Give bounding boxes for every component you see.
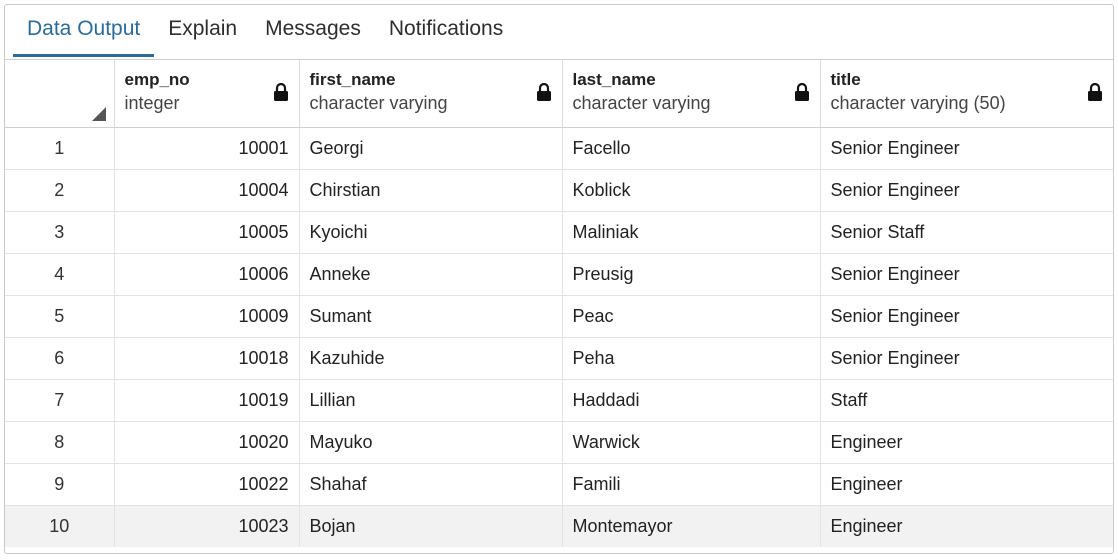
cell-title[interactable]: Senior Engineer [820, 337, 1113, 380]
row-number[interactable]: 4 [5, 253, 115, 296]
table-row[interactable]: 6 10018 Kazuhide Peha Senior Engineer [5, 337, 1113, 380]
cell-last-name[interactable]: Warwick [562, 421, 821, 464]
table-row[interactable]: 9 10022 Shahaf Famili Engineer [5, 463, 1113, 506]
column-name: emp_no [124, 70, 190, 89]
cell-title[interactable]: Engineer [820, 505, 1113, 547]
column-type: character varying [309, 93, 448, 113]
column-type: integer [124, 93, 180, 113]
table-row[interactable]: 10 10023 Bojan Montemayor Engineer [5, 505, 1113, 547]
row-number[interactable]: 9 [5, 463, 115, 506]
cell-last-name[interactable]: Famili [562, 463, 821, 506]
table-row[interactable]: 2 10004 Chirstian Koblick Senior Enginee… [5, 169, 1113, 212]
results-table: emp_no integer first_name character vary… [5, 60, 1113, 547]
row-number[interactable]: 5 [5, 295, 115, 338]
cell-emp-no[interactable]: 10009 [114, 295, 300, 338]
cell-emp-no[interactable]: 10005 [114, 211, 300, 254]
cell-last-name[interactable]: Preusig [562, 253, 821, 296]
cell-last-name[interactable]: Maliniak [562, 211, 821, 254]
cell-title[interactable]: Senior Engineer [820, 127, 1113, 170]
column-header-last-name[interactable]: last_name character varying [562, 60, 821, 128]
column-header-first-name[interactable]: first_name character varying [299, 60, 563, 128]
cell-first-name[interactable]: Shahaf [299, 463, 563, 506]
table-row[interactable]: 1 10001 Georgi Facello Senior Engineer [5, 127, 1113, 170]
tab-notifications[interactable]: Notifications [375, 5, 517, 57]
cell-first-name[interactable]: Bojan [299, 505, 563, 547]
tab-data-output[interactable]: Data Output [13, 5, 155, 57]
cell-emp-no[interactable]: 10006 [114, 253, 300, 296]
cell-title[interactable]: Senior Staff [820, 211, 1113, 254]
column-type: character varying [572, 93, 711, 113]
cell-first-name[interactable]: Georgi [299, 127, 563, 170]
lock-icon [1088, 82, 1102, 101]
row-number[interactable]: 3 [5, 211, 115, 254]
cell-title[interactable]: Senior Engineer [820, 295, 1113, 338]
results-tab-bar: Data Output Explain Messages Notificatio… [5, 5, 1113, 59]
tab-messages[interactable]: Messages [251, 5, 375, 57]
cell-last-name[interactable]: Peac [562, 295, 821, 338]
cell-last-name[interactable]: Koblick [562, 169, 821, 212]
column-name: last_name [572, 70, 656, 89]
cell-title[interactable]: Senior Engineer [820, 253, 1113, 296]
cell-title[interactable]: Staff [820, 379, 1113, 422]
table-row[interactable]: 5 10009 Sumant Peac Senior Engineer [5, 295, 1113, 338]
cell-last-name[interactable]: Haddadi [562, 379, 821, 422]
cell-first-name[interactable]: Lillian [299, 379, 563, 422]
select-all-corner[interactable] [5, 60, 115, 128]
lock-icon [536, 82, 551, 101]
row-number[interactable]: 6 [5, 337, 115, 380]
cell-last-name[interactable]: Peha [562, 337, 821, 380]
cell-first-name[interactable]: Kazuhide [299, 337, 563, 380]
cell-emp-no[interactable]: 10001 [114, 127, 300, 170]
column-header-emp-no[interactable]: emp_no integer [114, 60, 300, 128]
query-results-panel: Data Output Explain Messages Notificatio… [4, 4, 1114, 554]
column-header-title[interactable]: title character varying (50) [820, 60, 1113, 128]
cell-title[interactable]: Engineer [820, 463, 1113, 506]
tab-explain[interactable]: Explain [154, 5, 251, 57]
cell-last-name[interactable]: Montemayor [562, 505, 821, 547]
cell-title[interactable]: Engineer [820, 421, 1113, 464]
cell-emp-no[interactable]: 10022 [114, 463, 300, 506]
cell-emp-no[interactable]: 10020 [114, 421, 300, 464]
column-name: title [830, 70, 861, 89]
table-row[interactable]: 4 10006 Anneke Preusig Senior Engineer [5, 253, 1113, 296]
cell-emp-no[interactable]: 10019 [114, 379, 300, 422]
lock-icon [794, 82, 809, 101]
cell-first-name[interactable]: Sumant [299, 295, 563, 338]
cell-first-name[interactable]: Kyoichi [299, 211, 563, 254]
table-row[interactable]: 3 10005 Kyoichi Maliniak Senior Staff [5, 211, 1113, 254]
cell-emp-no[interactable]: 10018 [114, 337, 300, 380]
header-row: emp_no integer first_name character vary… [5, 60, 1113, 128]
row-number[interactable]: 8 [5, 421, 115, 464]
row-number[interactable]: 7 [5, 379, 115, 422]
table-row[interactable]: 8 10020 Mayuko Warwick Engineer [5, 421, 1113, 464]
column-name: first_name [309, 70, 396, 89]
table-row[interactable]: 7 10019 Lillian Haddadi Staff [5, 379, 1113, 422]
cell-first-name[interactable]: Chirstian [299, 169, 563, 212]
cell-first-name[interactable]: Anneke [299, 253, 563, 296]
cell-emp-no[interactable]: 10023 [114, 505, 300, 547]
data-grid: emp_no integer first_name character vary… [5, 59, 1113, 553]
cell-first-name[interactable]: Mayuko [299, 421, 563, 464]
row-number[interactable]: 2 [5, 169, 115, 212]
cell-emp-no[interactable]: 10004 [114, 169, 300, 212]
column-type: character varying (50) [830, 93, 1006, 113]
row-number[interactable]: 10 [5, 505, 115, 547]
cell-last-name[interactable]: Facello [562, 127, 821, 170]
cell-title[interactable]: Senior Engineer [820, 169, 1113, 212]
corner-resize-icon [91, 107, 106, 121]
row-number[interactable]: 1 [5, 127, 115, 170]
lock-icon [273, 82, 288, 101]
